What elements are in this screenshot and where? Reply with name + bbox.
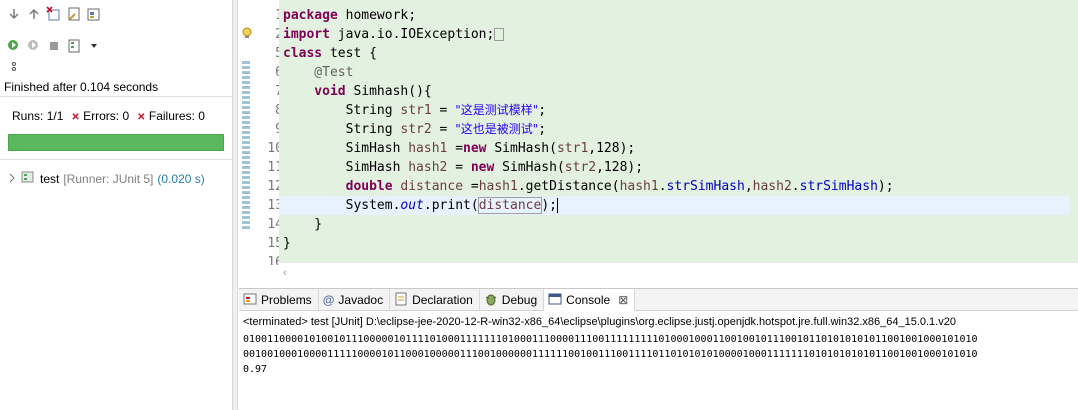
chevron-right-icon[interactable] xyxy=(8,172,16,186)
run-stats-panel: Runs: 1/1 ✕ Errors: 0 ✕ Failures: 0 xyxy=(0,96,232,160)
console-output-line: 0010010001000011111000010110001000001110… xyxy=(243,349,978,360)
code-editor[interactable]: 1 2 ⊕ 5 6 ⊖ 7 8 9 10 11 12 13 14 15 16 p… xyxy=(239,0,1078,285)
runs-label: Runs: xyxy=(12,109,44,123)
next-failure-icon[interactable] xyxy=(6,6,22,22)
tab-debug[interactable]: Debug xyxy=(480,289,545,311)
chevron-down-icon[interactable] xyxy=(86,38,102,54)
run-status: Finished after 0.104 seconds xyxy=(4,80,159,94)
scroll-left-icon[interactable]: ‹ xyxy=(283,267,287,279)
view-menu xyxy=(6,60,22,76)
folded-block-marker[interactable] xyxy=(494,28,505,41)
show-failures-only-icon[interactable] xyxy=(46,6,62,22)
failures-counter: ✕ Failures: 0 xyxy=(137,109,205,123)
tab-console[interactable]: Console ⊠ xyxy=(544,289,636,311)
code-line-12: double distance =hash1.getDistance(hash1… xyxy=(283,179,894,194)
text-cursor xyxy=(556,198,558,213)
code-line-8: String str1 = "这是测试模样"; xyxy=(283,103,547,118)
debug-icon xyxy=(484,292,498,309)
failures-label: Failures: xyxy=(148,109,195,123)
code-line-6: @Test xyxy=(283,65,354,80)
lightbulb-warning-icon[interactable] xyxy=(241,27,253,42)
test-run-history-icon[interactable] xyxy=(66,38,82,54)
tab-label: Declaration xyxy=(412,293,473,307)
run-counters: Runs: 1/1 ✕ Errors: 0 ✕ Failures: 0 xyxy=(12,109,205,123)
tree-node-test[interactable]: test [Runner: JUnit 5] (0.020 s) xyxy=(8,169,205,188)
console-icon xyxy=(548,292,562,309)
runs-counter: Runs: 1/1 xyxy=(12,109,63,123)
console-output-line: 0.97 xyxy=(243,364,268,375)
code-line-5: class test { xyxy=(283,46,377,61)
code-line-14: } xyxy=(283,217,323,232)
code-area[interactable]: package homework; import java.io.IOExcep… xyxy=(279,0,1078,270)
change-ruler-marker xyxy=(242,61,250,229)
vertical-dots-icon[interactable] xyxy=(6,60,22,76)
stop-icon[interactable] xyxy=(46,38,62,54)
bottom-tab-bar: Problems @ Javadoc Declaration Debug Con… xyxy=(239,289,1078,311)
tab-problems[interactable]: Problems xyxy=(239,289,319,311)
code-line-1: package homework; xyxy=(283,8,417,23)
close-icon[interactable]: ⊠ xyxy=(618,293,628,307)
junit-toolbar-bottom xyxy=(6,38,102,54)
tree-node-runner: [Runner: JUnit 5] xyxy=(63,171,154,186)
problems-icon xyxy=(243,292,257,309)
annotation-ruler xyxy=(239,0,255,270)
test-suite-icon xyxy=(20,169,36,188)
errors-value: 0 xyxy=(122,109,130,123)
code-line-11: SimHash hash2 = new SimHash(str2,128); xyxy=(283,160,644,175)
previous-failure-icon[interactable] xyxy=(26,6,42,22)
tree-node-name: test xyxy=(40,171,60,186)
tab-label: Debug xyxy=(501,293,538,307)
console-view: Problems @ Javadoc Declaration Debug Con… xyxy=(239,288,1078,410)
junit-toolbar-top xyxy=(6,6,102,22)
tab-javadoc[interactable]: @ Javadoc xyxy=(319,289,391,311)
test-tree: test [Runner: JUnit 5] (0.020 s) xyxy=(0,162,232,410)
tab-label: Javadoc xyxy=(338,293,384,307)
horizontal-scrollbar[interactable]: ‹ xyxy=(279,262,1078,285)
rerun-test-icon[interactable] xyxy=(6,38,22,54)
failure-icon: ✕ xyxy=(137,112,146,123)
declaration-icon xyxy=(394,292,408,309)
code-line-7: void Simhash(){ xyxy=(283,84,432,99)
error-icon: ✕ xyxy=(71,112,80,123)
errors-counter: ✕ Errors: 0 xyxy=(71,109,129,123)
progress-bar xyxy=(8,134,224,151)
code-line-9: String str2 = "这也是被测试"; xyxy=(283,122,547,137)
rerun-failed-icon[interactable] xyxy=(26,38,42,54)
sash-divider[interactable] xyxy=(232,0,238,410)
tree-node-time: (0.020 s) xyxy=(157,171,205,186)
tab-declaration[interactable]: Declaration xyxy=(390,289,480,311)
errors-label: Errors: xyxy=(83,109,120,123)
at-icon: @ xyxy=(322,293,335,307)
tab-label: Problems xyxy=(261,293,312,307)
scroll-lock-icon[interactable] xyxy=(66,6,82,22)
history-icon[interactable] xyxy=(86,6,102,22)
junit-view: Finished after 0.104 seconds Runs: 1/1 ✕… xyxy=(0,0,232,410)
runs-value: 1/1 xyxy=(46,109,64,123)
code-line-10: SimHash hash1 =new SimHash(str1,128); xyxy=(283,141,636,156)
failures-value: 0 xyxy=(198,109,205,123)
code-line-13-current: System.out.print(distance); xyxy=(279,196,1070,215)
line-number-gutter: 1 2 ⊕ 5 6 ⊖ 7 8 9 10 11 12 13 14 15 16 xyxy=(255,0,290,270)
tab-label: Console xyxy=(566,293,611,307)
code-line-15: } xyxy=(283,236,291,251)
console-terminated-line: <terminated> test [JUnit] D:\eclipse-jee… xyxy=(243,316,956,328)
console-output-line: 0100110000101001011100000101111010001111… xyxy=(243,334,978,345)
code-line-2: import java.io.IOException; xyxy=(283,25,505,44)
